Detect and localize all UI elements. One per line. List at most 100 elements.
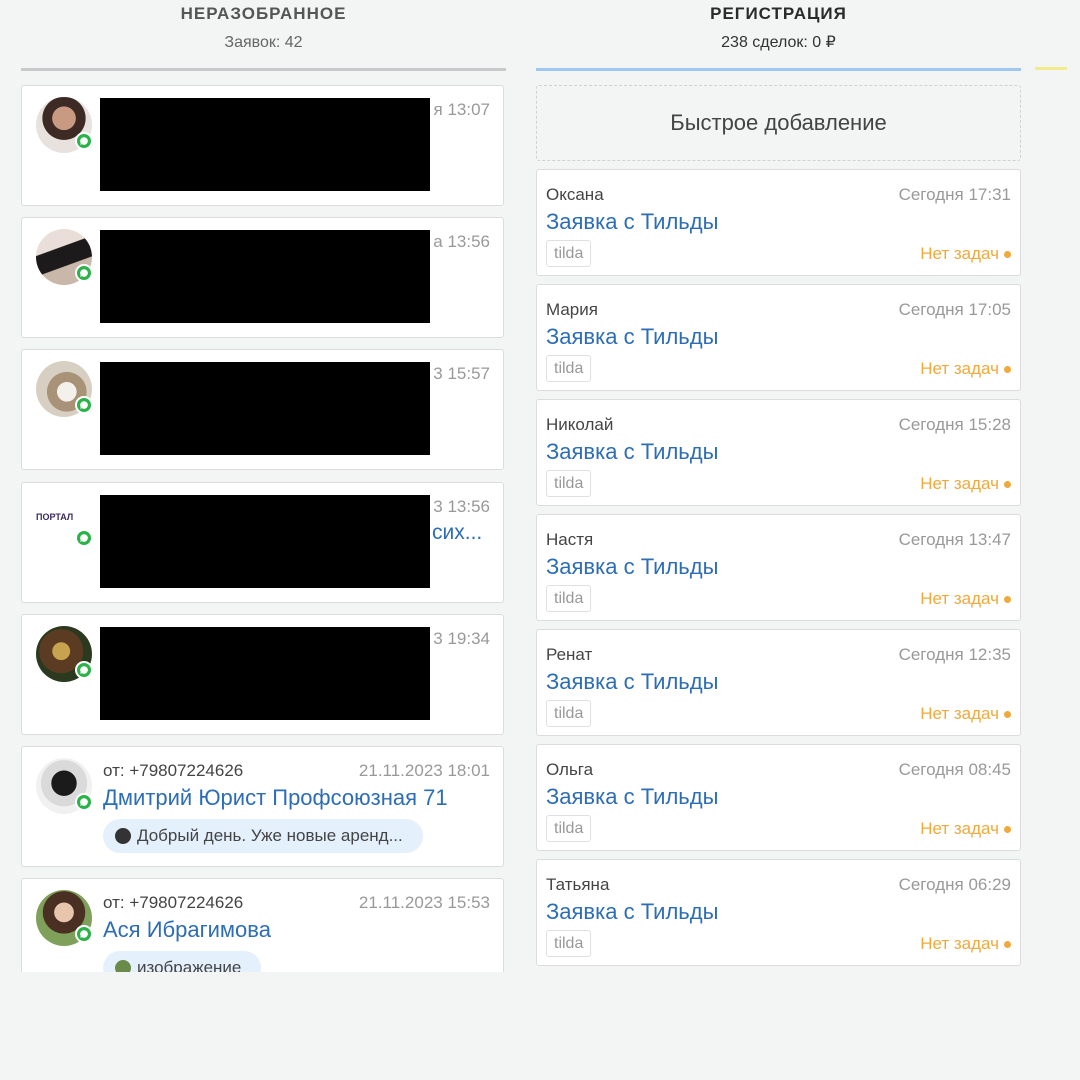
deal-card[interactable]: Ренат Сегодня 12:35 Заявка с Тильды tild…: [536, 629, 1021, 736]
card-time: 21.11.2023 18:01: [358, 761, 490, 780]
status-dot-icon: [1004, 250, 1011, 258]
deal-tasks-status[interactable]: Нет задач: [920, 934, 1011, 954]
registration-title: РЕГИСТРАЦИЯ: [710, 4, 847, 23]
deal-tag[interactable]: tilda: [546, 470, 592, 497]
unsorted-column: НЕРАЗОБРАННОЕ Заявок: 42 я 13:07 а 13:56…: [21, 0, 506, 972]
deal-time: Сегодня 17:05: [898, 300, 1011, 319]
snippet-avatar: [115, 960, 131, 972]
message-snippet[interactable]: Добрый день. Уже новые аренд...: [103, 819, 423, 853]
card-time: 3 13:56: [433, 497, 490, 516]
redacted-block: [100, 98, 430, 191]
deal-contact: Оксана: [546, 185, 604, 204]
portal-logo-text: ПОРТАЛ: [36, 512, 74, 522]
deal-time: Сегодня 17:31: [898, 185, 1011, 204]
card-sender: от: +79807224626: [103, 761, 244, 780]
card-time: 21.11.2023 15:53: [358, 893, 490, 912]
unsorted-card[interactable]: а 13:56: [21, 217, 504, 338]
card-time: а 13:56: [433, 232, 490, 251]
message-snippet[interactable]: изображение: [103, 951, 262, 972]
deal-tag[interactable]: tilda: [546, 355, 592, 382]
whatsapp-icon: [75, 396, 93, 414]
unsorted-card[interactable]: я 13:07: [21, 85, 504, 206]
deal-tag[interactable]: tilda: [546, 815, 592, 842]
whatsapp-icon: [75, 793, 93, 811]
unsorted-title: НЕРАЗОБРАННОЕ: [180, 4, 347, 23]
deal-tag[interactable]: tilda: [546, 700, 592, 727]
deal-title-link[interactable]: Заявка с Тильды: [546, 554, 718, 580]
deal-time: Сегодня 08:45: [898, 760, 1011, 779]
snippet-text: изображение: [137, 958, 242, 972]
deal-tasks-status[interactable]: Нет задач: [920, 359, 1011, 379]
deal-title-link[interactable]: Заявка с Тильды: [546, 899, 718, 925]
deal-tasks-label: Нет задач: [920, 589, 999, 608]
unsorted-card[interactable]: от: +79807224626 21.11.2023 15:53 Ася Иб…: [21, 878, 504, 972]
deal-card[interactable]: Мария Сегодня 17:05 Заявка с Тильды tild…: [536, 284, 1021, 391]
deal-tasks-label: Нет задач: [920, 819, 999, 838]
deal-title-link[interactable]: Заявка с Тильды: [546, 324, 718, 350]
deal-contact: Татьяна: [546, 875, 610, 894]
status-dot-icon: [1004, 595, 1011, 603]
deal-card[interactable]: Ольга Сегодня 08:45 Заявка с Тильды tild…: [536, 744, 1021, 851]
deal-tasks-label: Нет задач: [920, 704, 999, 723]
deal-tasks-label: Нет задач: [920, 359, 999, 378]
deal-tag[interactable]: tilda: [546, 930, 592, 957]
deal-title-link[interactable]: Заявка с Тильды: [546, 784, 718, 810]
unsorted-card[interactable]: 3 19:34: [21, 614, 504, 735]
status-dot-icon: [1004, 825, 1011, 833]
deal-tasks-label: Нет задач: [920, 244, 999, 263]
card-name-partial[interactable]: сих...: [432, 521, 482, 545]
unsorted-card[interactable]: от: +79807224626 21.11.2023 18:01 Дмитри…: [21, 746, 504, 867]
deal-title-link[interactable]: Заявка с Тильды: [546, 669, 718, 695]
deal-contact: Настя: [546, 530, 594, 549]
deal-title-link[interactable]: Заявка с Тильды: [546, 209, 718, 235]
quick-add-button[interactable]: Быстрое добавление: [536, 85, 1021, 161]
card-name-link[interactable]: Ася Ибрагимова: [103, 917, 271, 943]
deal-time: Сегодня 12:35: [898, 645, 1011, 664]
registration-divider: [536, 68, 1021, 71]
redacted-block: [100, 230, 430, 323]
whatsapp-icon: [75, 529, 93, 547]
card-time: 3 15:57: [433, 364, 490, 383]
card-time: 3 19:34: [433, 629, 490, 648]
deal-card[interactable]: Татьяна Сегодня 06:29 Заявка с Тильды ti…: [536, 859, 1021, 966]
redacted-block: [100, 627, 430, 720]
deal-card[interactable]: Оксана Сегодня 17:31 Заявка с Тильды til…: [536, 169, 1021, 276]
status-dot-icon: [1004, 480, 1011, 488]
card-sender: от: +79807224626: [103, 893, 244, 912]
next-column-divider: [1035, 67, 1067, 70]
deal-tasks-label: Нет задач: [920, 474, 999, 493]
card-time: я 13:07: [433, 100, 490, 119]
card-name-link[interactable]: Дмитрий Юрист Профсоюзная 71: [103, 785, 448, 811]
whatsapp-icon: [75, 661, 93, 679]
deal-contact: Ренат: [546, 645, 593, 664]
whatsapp-icon: [75, 132, 93, 150]
deal-contact: Мария: [546, 300, 598, 319]
deal-tasks-status[interactable]: Нет задач: [920, 474, 1011, 494]
status-dot-icon: [1004, 710, 1011, 718]
registration-header: РЕГИСТРАЦИЯ 238 сделок: 0 ₽: [536, 0, 1021, 68]
unsorted-card[interactable]: 3 15:57: [21, 349, 504, 470]
deal-tag[interactable]: tilda: [546, 240, 592, 267]
redacted-block: [100, 362, 430, 455]
deal-time: Сегодня 13:47: [898, 530, 1011, 549]
deal-card[interactable]: Николай Сегодня 15:28 Заявка с Тильды ti…: [536, 399, 1021, 506]
deal-title-link[interactable]: Заявка с Тильды: [546, 439, 718, 465]
redacted-block: [100, 495, 430, 588]
snippet-avatar: [115, 828, 131, 844]
unsorted-card[interactable]: ПОРТАЛ 3 13:56 сих...: [21, 482, 504, 603]
unsorted-divider: [21, 68, 506, 71]
deal-card[interactable]: Настя Сегодня 13:47 Заявка с Тильды tild…: [536, 514, 1021, 621]
deal-tasks-status[interactable]: Нет задач: [920, 589, 1011, 609]
whatsapp-icon: [75, 925, 93, 943]
unsorted-header: НЕРАЗОБРАННОЕ Заявок: 42: [21, 0, 506, 68]
deal-tasks-status[interactable]: Нет задач: [920, 244, 1011, 264]
deal-tag[interactable]: tilda: [546, 585, 592, 612]
deal-time: Сегодня 15:28: [898, 415, 1011, 434]
status-dot-icon: [1004, 365, 1011, 373]
whatsapp-icon: [75, 264, 93, 282]
status-dot-icon: [1004, 940, 1011, 948]
deal-contact: Ольга: [546, 760, 594, 779]
deal-tasks-status[interactable]: Нет задач: [920, 819, 1011, 839]
deal-tasks-status[interactable]: Нет задач: [920, 704, 1011, 724]
registration-summary: 238 сделок: 0 ₽: [721, 34, 836, 51]
